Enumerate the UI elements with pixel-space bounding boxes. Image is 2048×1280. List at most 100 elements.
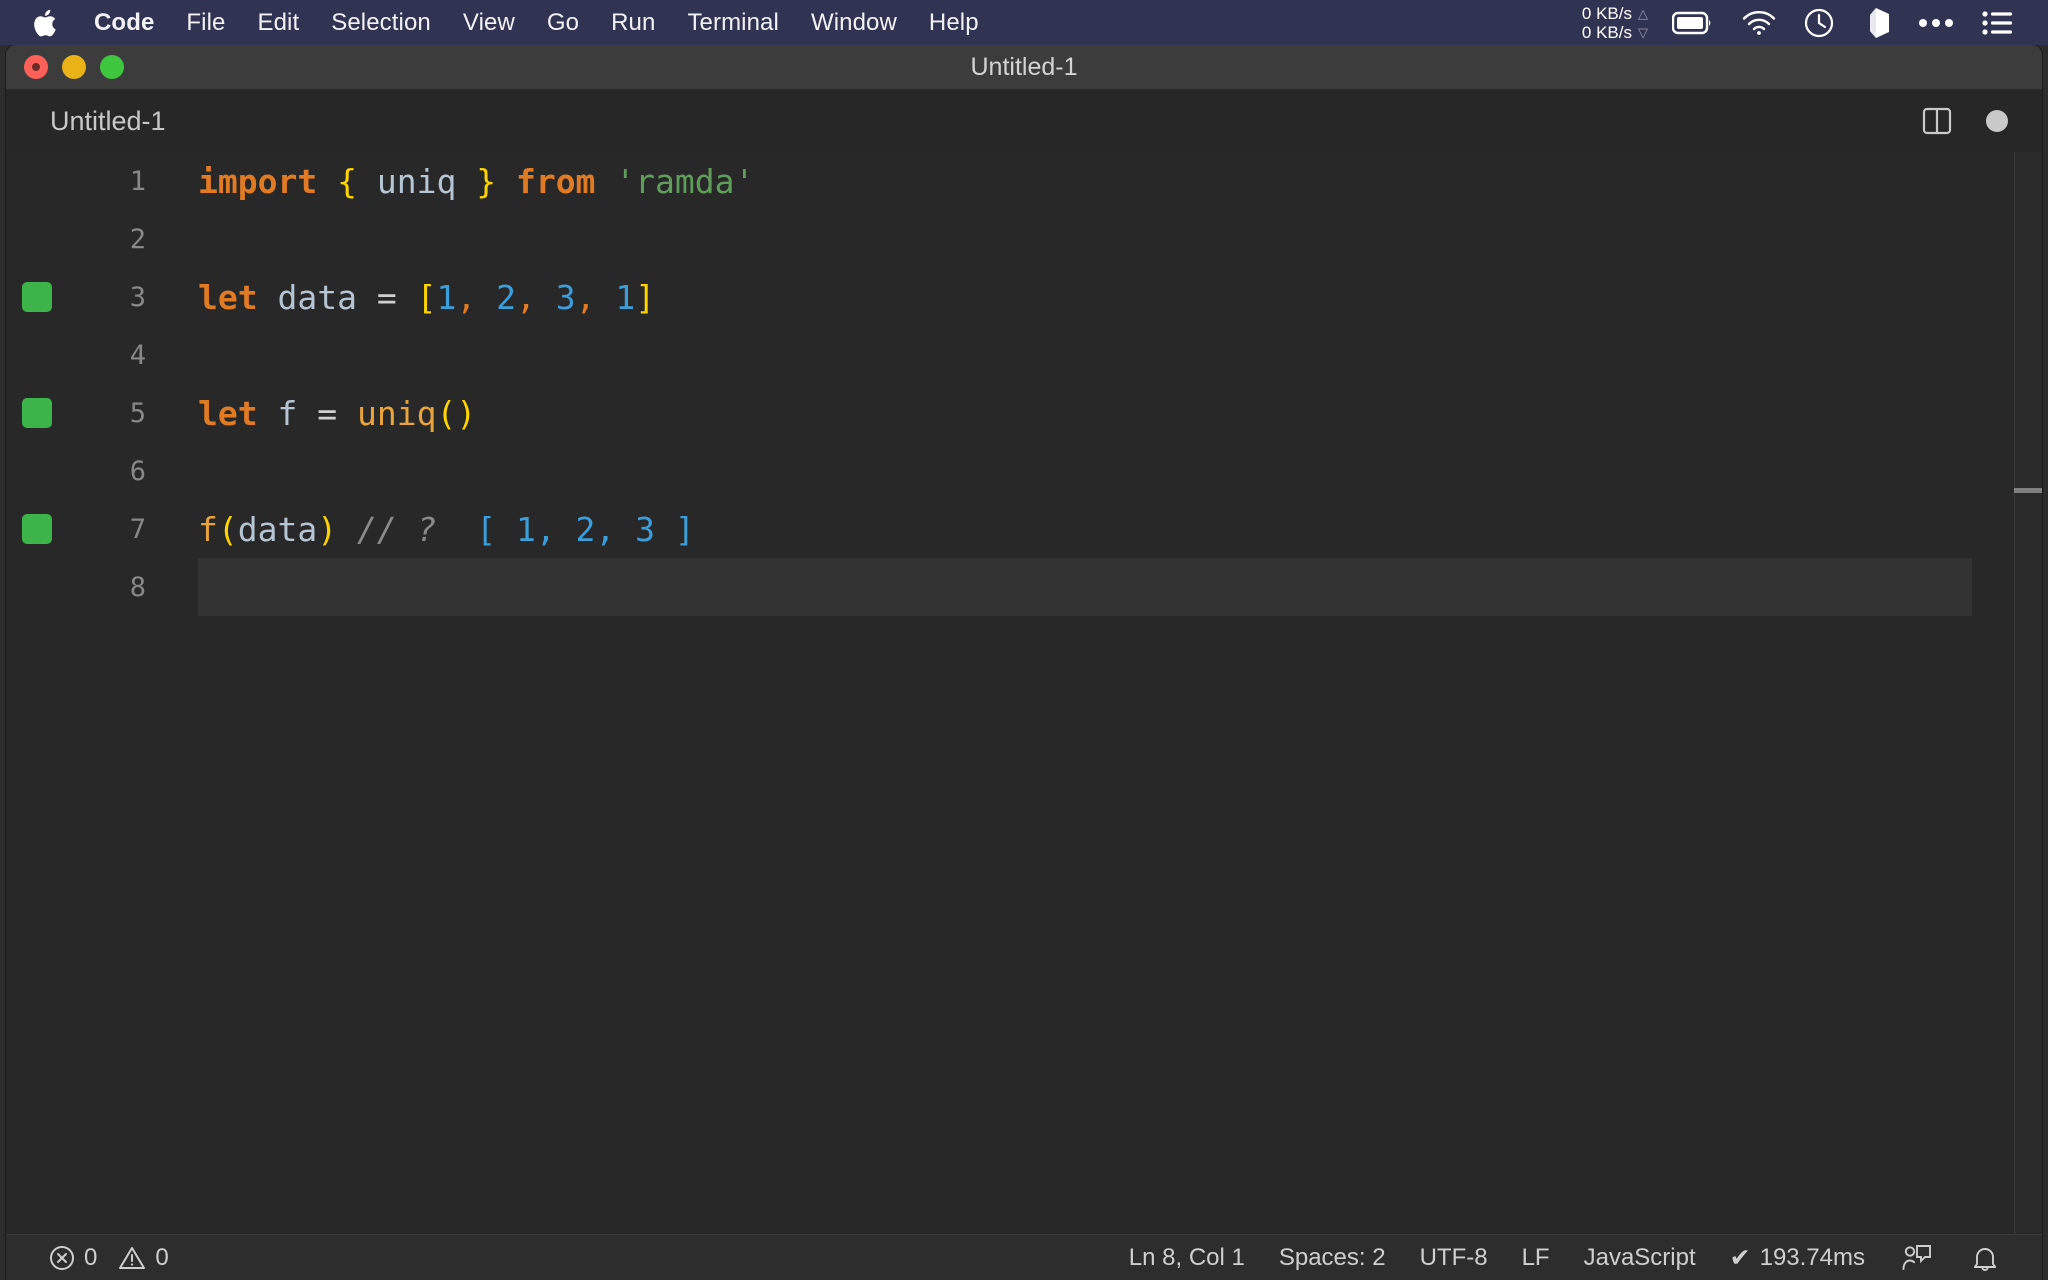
code-line[interactable]: 3 let data = [1, 2, 3, 1]: [6, 268, 2042, 326]
current-line-highlight: [198, 326, 1972, 384]
line-number: 6: [129, 455, 146, 487]
menu-item-selection[interactable]: Selection: [315, 0, 447, 45]
token: ,: [575, 277, 596, 317]
indentation-setting[interactable]: Spaces: 2: [1262, 1235, 1403, 1280]
token: from: [515, 161, 596, 201]
minimize-button[interactable]: [62, 55, 86, 79]
close-button[interactable]: [24, 55, 48, 79]
line-number: 8: [129, 571, 146, 603]
line-number: 1: [129, 165, 146, 197]
token: }: [476, 161, 497, 201]
status-bar-left: 0 0: [6, 1235, 186, 1280]
triangle-up-icon: △: [1638, 5, 1648, 21]
line-number: 5: [129, 397, 146, 429]
code-line[interactable]: 6: [6, 442, 2042, 500]
eol-setting[interactable]: LF: [1505, 1235, 1567, 1280]
menu-item-file[interactable]: File: [170, 0, 241, 45]
cube-icon[interactable]: [1848, 0, 1904, 45]
token: ,: [456, 277, 477, 317]
battery-icon[interactable]: [1658, 0, 1728, 45]
code-line[interactable]: 1 import { uniq } from 'ramda': [6, 152, 2042, 210]
cursor-position[interactable]: Ln 8, Col 1: [1112, 1235, 1262, 1280]
split-editor-icon[interactable]: [1922, 106, 1952, 136]
error-circle-icon: [49, 1245, 75, 1271]
token: =: [376, 277, 397, 317]
menu-bar-status-area: 0 KB/s 0 KB/s △ ▽: [1568, 0, 2048, 45]
overview-ruler-scrollbar[interactable]: [2014, 152, 2042, 1234]
code-line[interactable]: 4: [6, 326, 2042, 384]
menu-item-terminal[interactable]: Terminal: [671, 0, 795, 45]
cursor-position-marker: [2014, 488, 2042, 493]
tab-label: Untitled-1: [50, 105, 166, 136]
editor-tab-untitled-1[interactable]: Untitled-1: [6, 90, 194, 152]
runtime-status[interactable]: ✔ 193.74ms: [1713, 1235, 1882, 1280]
menu-item-help[interactable]: Help: [913, 0, 995, 45]
line-number: 3: [129, 281, 146, 313]
menu-item-edit[interactable]: Edit: [241, 0, 315, 45]
menu-item-code[interactable]: Code: [78, 0, 170, 45]
network-speed-indicator[interactable]: 0 KB/s 0 KB/s △ ▽: [1568, 4, 1658, 42]
token: ]: [635, 277, 656, 317]
checkmark-icon: ✔: [1729, 1243, 1751, 1272]
menu-item-view[interactable]: View: [447, 0, 531, 45]
error-count: 0: [84, 1243, 98, 1271]
code-line[interactable]: 7 f(data) // ? [ 1, 2, 3 ]: [6, 500, 2042, 558]
status-bar-right: Ln 8, Col 1 Spaces: 2 UTF-8 LF JavaScrip…: [1112, 1235, 2042, 1280]
code-text: import { uniq } from 'ramda': [198, 162, 754, 201]
list-icon[interactable]: [1968, 0, 2026, 45]
code-line[interactable]: 2: [6, 210, 2042, 268]
code-line[interactable]: 8: [6, 558, 2042, 616]
apple-logo-icon[interactable]: [24, 0, 64, 45]
token: =: [317, 393, 338, 433]
bell-icon[interactable]: [1952, 1235, 2018, 1280]
menu-item-run[interactable]: Run: [595, 0, 671, 45]
upload-speed: 0 KB/s: [1581, 3, 1632, 23]
unsaved-dot-icon[interactable]: [1986, 110, 2008, 132]
code-text: f(data) // ? [ 1, 2, 3 ]: [198, 510, 695, 549]
token: 1: [436, 277, 457, 317]
status-bar: 0 0 Ln 8, Col 1 Spaces: 2 UTF-8 LF JavaS…: [6, 1234, 2042, 1280]
token: (: [436, 393, 457, 433]
clock-icon[interactable]: [1790, 0, 1848, 45]
menu-item-window[interactable]: Window: [795, 0, 913, 45]
feedback-person-icon[interactable]: [1882, 1235, 1952, 1280]
vscode-window: Untitled-1 Untitled-1 1 import { uniq } f…: [6, 45, 2042, 1280]
token: uniq: [356, 393, 437, 433]
wifi-icon[interactable]: [1728, 0, 1790, 45]
token: 1: [615, 277, 636, 317]
encoding-setting[interactable]: UTF-8: [1403, 1235, 1505, 1280]
token: {: [337, 161, 357, 201]
editor-actions: [1922, 106, 2042, 136]
code-editor[interactable]: 1 import { uniq } from 'ramda' 2 3 let data …: [6, 152, 2042, 1234]
token: [ 1, 2, 3 ]: [476, 509, 695, 549]
code-text: let f = uniq(): [198, 394, 476, 433]
window-title: Untitled-1: [970, 52, 1078, 81]
token: 3: [555, 277, 576, 317]
ellipsis-icon[interactable]: [1904, 0, 1968, 45]
current-line-highlight: [198, 210, 1972, 268]
menu-items: Code File Edit Selection View Go Run Ter…: [78, 0, 995, 45]
token: let: [198, 277, 258, 317]
zoom-button[interactable]: [100, 55, 124, 79]
token: [: [416, 277, 437, 317]
language-mode[interactable]: JavaScript: [1567, 1235, 1713, 1280]
token: 'ramda': [615, 161, 755, 201]
token: 2: [496, 277, 516, 317]
menu-item-go[interactable]: Go: [531, 0, 595, 45]
scrollbar-edge: [2014, 152, 2015, 1234]
code-line[interactable]: 5 let f = uniq(): [6, 384, 2042, 442]
editor-tab-strip: Untitled-1: [6, 90, 2042, 152]
token: ): [456, 393, 477, 433]
problems-status[interactable]: 0 0: [32, 1235, 186, 1280]
